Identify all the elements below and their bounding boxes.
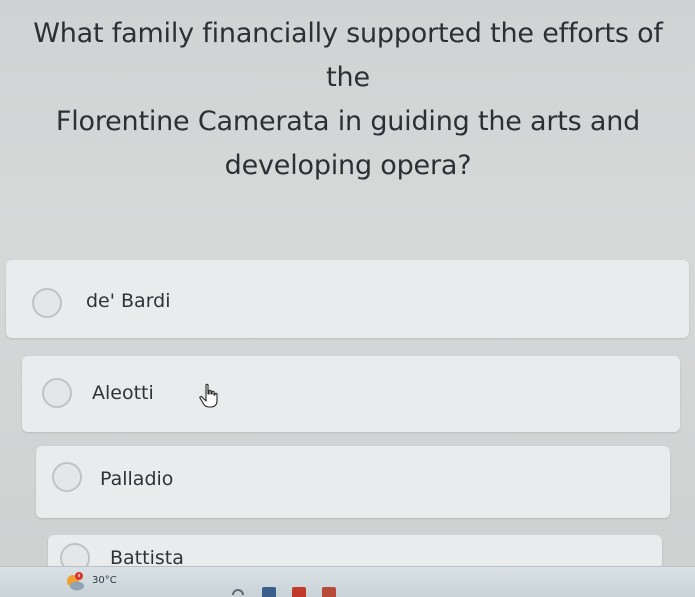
answer-option-palladio[interactable]: Palladio (36, 446, 670, 518)
answer-option-label: de' Bardi (86, 290, 171, 312)
sun-cloud-icon[interactable] (64, 571, 86, 593)
answer-option-aleotti[interactable]: Aleotti (22, 356, 680, 432)
question-line-3: developing opera? (224, 150, 472, 181)
edge-icon[interactable] (232, 589, 244, 595)
store-icon[interactable] (262, 587, 276, 597)
answer-option-label: Palladio (100, 468, 174, 490)
office-icon[interactable] (292, 587, 306, 597)
answer-option-label: Aleotti (92, 382, 154, 404)
taskbar: 30°C (0, 566, 695, 597)
radio-button[interactable] (32, 288, 62, 318)
question-line-2: Florentine Camerata in guiding the arts … (55, 106, 641, 137)
explorer-icon[interactable] (322, 587, 336, 597)
answer-option-de-bardi[interactable]: de' Bardi (6, 260, 689, 338)
radio-button[interactable] (52, 462, 82, 492)
radio-button[interactable] (42, 378, 72, 408)
question-line-1: What family financially supported the ef… (33, 18, 663, 93)
question-text: What family financially supported the ef… (8, 12, 688, 188)
temperature-label: 30°C (92, 575, 117, 586)
hand-pointer-cursor-icon (199, 383, 218, 408)
